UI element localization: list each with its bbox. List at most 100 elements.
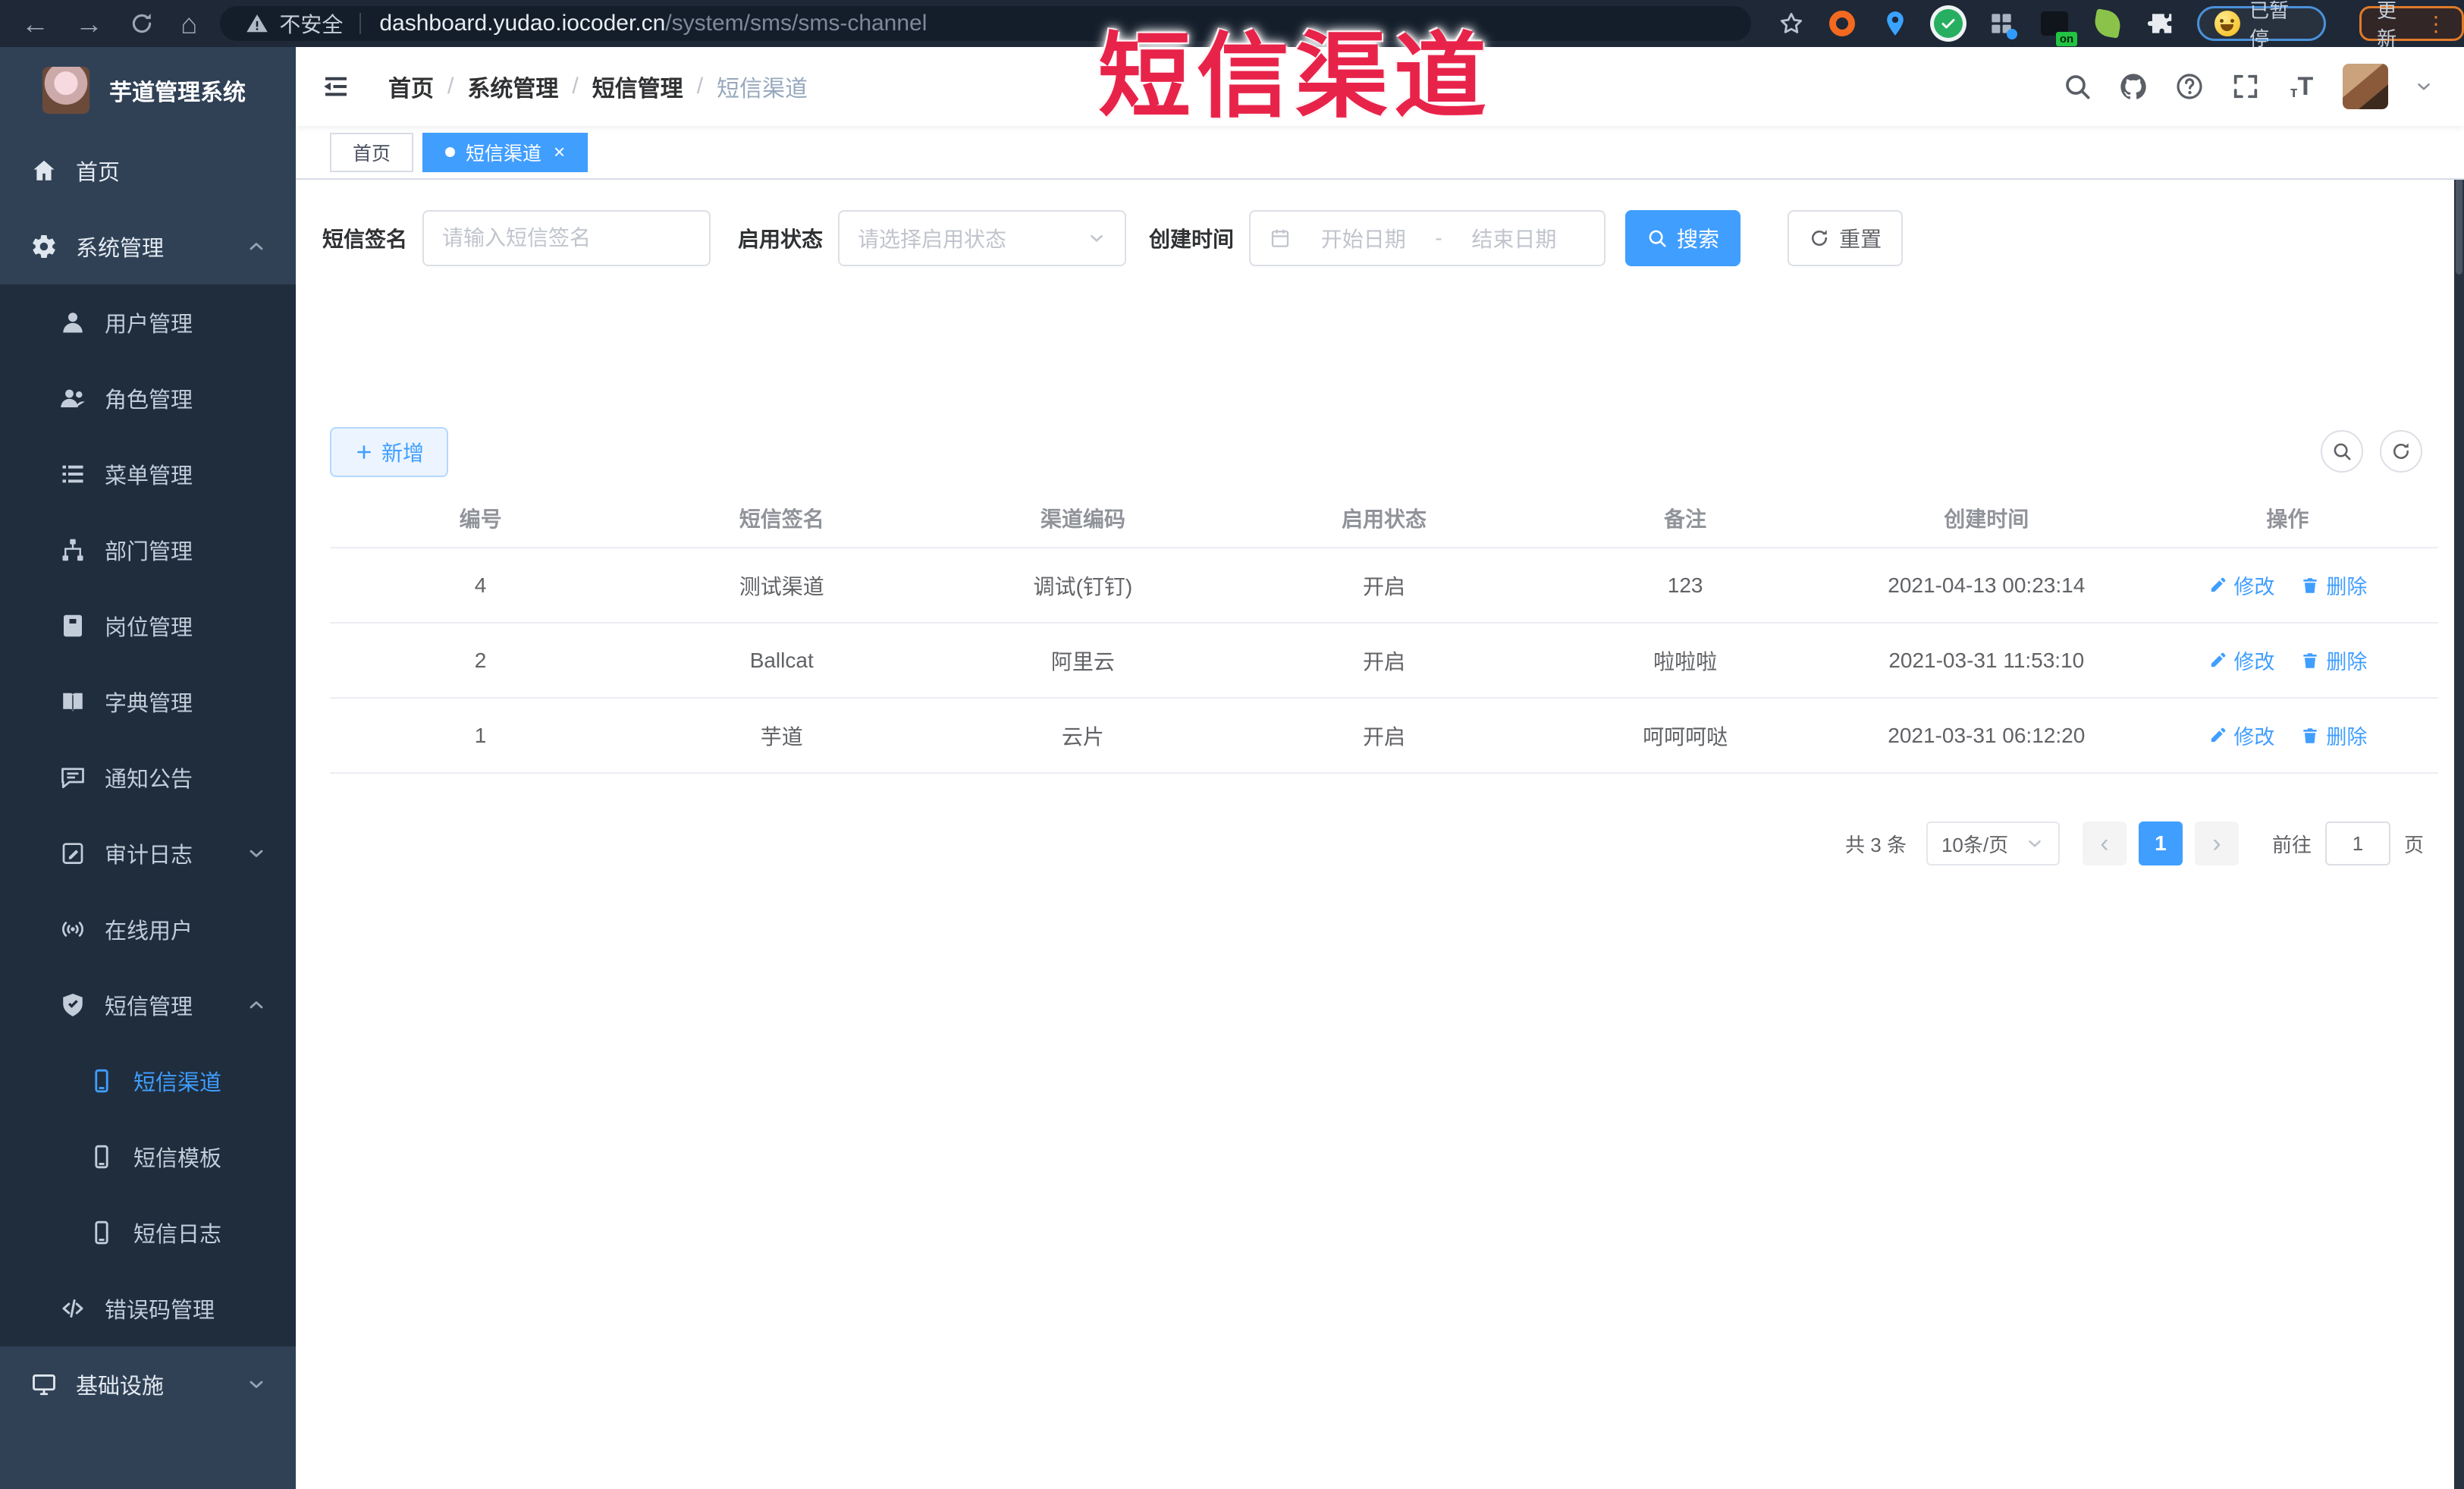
- system-submenu: 用户管理 角色管理 菜单管理 部门管理 岗位管理 字典管理 通知公告 审计日志 …: [0, 284, 296, 1346]
- search-icon: [2331, 441, 2353, 462]
- extension-pin-icon[interactable]: [1879, 7, 1912, 40]
- edit-link[interactable]: 修改: [2208, 570, 2274, 600]
- goto-page-input[interactable]: [2324, 821, 2390, 865]
- sidebar-item-sms-template[interactable]: 短信模板: [0, 1119, 296, 1195]
- sidebar-item-role-management[interactable]: 角色管理: [0, 360, 296, 436]
- search-button[interactable]: 搜索: [1625, 210, 1741, 266]
- extension-on-icon[interactable]: on: [2038, 7, 2078, 46]
- avatar[interactable]: [2343, 64, 2388, 109]
- url-bar[interactable]: 不安全 dashboard.yudao.iocoder.cn/system/sm…: [220, 6, 1752, 41]
- extension-check-icon[interactable]: [1932, 7, 1965, 40]
- breadcrumb-sms[interactable]: 短信管理: [592, 70, 683, 103]
- pagination: 共 3 条 10条/页 ‹ 1 › 前往 页: [1845, 821, 2424, 865]
- reload-icon[interactable]: [129, 11, 155, 36]
- main-area: 首页 / 系统管理 / 短信管理 / 短信渠道 тT 首页 短信渠道 × 短信签…: [296, 47, 2464, 1489]
- start-date-placeholder[interactable]: 开始日期: [1292, 223, 1435, 253]
- breadcrumb-home[interactable]: 首页: [388, 70, 434, 103]
- back-icon[interactable]: ←: [21, 10, 49, 38]
- close-icon[interactable]: ×: [554, 140, 565, 164]
- extensions-icon[interactable]: [2144, 7, 2177, 40]
- fullscreen-icon[interactable]: [2230, 71, 2261, 102]
- page-1-button[interactable]: 1: [2138, 821, 2183, 865]
- refresh-table-button[interactable]: [2380, 430, 2422, 473]
- chevron-up-icon: [246, 236, 267, 257]
- sidebar-item-sms-management[interactable]: 短信管理: [0, 967, 296, 1043]
- phone-icon: [88, 1219, 115, 1246]
- tab-sms-channel[interactable]: 短信渠道 ×: [422, 132, 589, 172]
- date-range-picker[interactable]: 开始日期 - 结束日期: [1249, 210, 1606, 266]
- help-icon[interactable]: [2174, 71, 2205, 102]
- font-size-icon[interactable]: тT: [2287, 71, 2317, 102]
- sidebar-item-system-management[interactable]: 系统管理: [0, 209, 296, 284]
- browser-menu-icon[interactable]: ⋮: [2425, 11, 2447, 36]
- delete-icon: [2300, 576, 2320, 595]
- calendar-icon: [1269, 227, 1292, 250]
- sidebar-item-post-management[interactable]: 岗位管理: [0, 588, 296, 664]
- status-label: 启用状态: [738, 228, 824, 251]
- sidebar-item-menu-management[interactable]: 菜单管理: [0, 436, 296, 512]
- extension-sprout-icon[interactable]: [2091, 7, 2124, 40]
- update-button[interactable]: 更新 ⋮: [2359, 0, 2464, 50]
- sidebar-item-sms-log[interactable]: 短信日志: [0, 1195, 296, 1271]
- edit-link[interactable]: 修改: [2208, 646, 2274, 675]
- search-icon[interactable]: [2062, 71, 2092, 102]
- sign-input-wrap: [422, 210, 711, 266]
- sidebar-item-notice[interactable]: 通知公告: [0, 740, 296, 815]
- forward-icon[interactable]: →: [75, 10, 103, 38]
- sidebar-item-user-management[interactable]: 用户管理: [0, 284, 296, 360]
- delete-icon: [2300, 651, 2320, 671]
- announcement-icon: [59, 764, 86, 791]
- add-button[interactable]: 新增: [330, 427, 449, 477]
- sidebar-item-dept-management[interactable]: 部门管理: [0, 512, 296, 588]
- status-select[interactable]: 请选择启用状态: [838, 210, 1127, 266]
- overlay-annotation-title: 短信渠道: [1098, 25, 1493, 128]
- prev-page-button[interactable]: ‹: [2082, 821, 2127, 865]
- sidebar-item-infrastructure[interactable]: 基础设施: [0, 1346, 296, 1422]
- sidebar-item-audit-log[interactable]: 审计日志: [0, 815, 296, 891]
- delete-link[interactable]: 删除: [2300, 570, 2367, 600]
- search-form: 短信签名 启用状态 请选择启用状态 创建时间 开始日期 - 结束日期: [322, 210, 1904, 266]
- edit-link[interactable]: 修改: [2208, 721, 2274, 750]
- plus-icon: [354, 442, 374, 462]
- toggle-search-button[interactable]: [2321, 430, 2363, 473]
- reset-button[interactable]: 重置: [1788, 210, 1904, 266]
- delete-link[interactable]: 删除: [2300, 721, 2367, 750]
- chevron-up-icon: [246, 994, 267, 1016]
- page-size-select[interactable]: 10条/页: [1926, 821, 2060, 865]
- sidebar-item-dict-management[interactable]: 字典管理: [0, 664, 296, 740]
- warning-icon: [246, 12, 268, 35]
- extension-grid-icon[interactable]: [1985, 7, 2018, 40]
- sidebar-item-sms-channel[interactable]: 短信渠道: [0, 1043, 296, 1119]
- extension-orange-icon[interactable]: [1825, 7, 1859, 40]
- github-icon[interactable]: [2118, 71, 2149, 102]
- sidebar-item-home[interactable]: 首页: [0, 133, 296, 209]
- sidebar-item-error-code[interactable]: 错误码管理: [0, 1271, 296, 1346]
- page-content: 短信签名 启用状态 请选择启用状态 创建时间 开始日期 - 结束日期: [296, 180, 2454, 1489]
- sidebar: 芋道管理系统 首页 系统管理 用户管理 角色管理 菜单管理 部门管理 岗位管理 …: [0, 47, 296, 1489]
- tab-home[interactable]: 首页: [330, 132, 414, 172]
- page-unit-label: 页: [2403, 833, 2424, 856]
- sidebar-item-online-users[interactable]: 在线用户: [0, 891, 296, 967]
- end-date-placeholder[interactable]: 结束日期: [1442, 223, 1586, 253]
- delete-link[interactable]: 删除: [2300, 646, 2367, 675]
- bookmark-star-icon[interactable]: [1777, 9, 1806, 38]
- sign-input[interactable]: [442, 226, 692, 250]
- profile-paused-pill[interactable]: 已暂停: [2197, 0, 2327, 50]
- breadcrumb-system[interactable]: 系统管理: [467, 70, 558, 103]
- app-logo: [42, 66, 89, 114]
- home-icon: [30, 157, 58, 184]
- phone-icon: [88, 1143, 115, 1170]
- app-title: 芋道管理系统: [109, 80, 246, 105]
- paused-badge: 已暂停: [2249, 0, 2290, 50]
- caret-down-icon[interactable]: [2414, 77, 2434, 96]
- app-logo-row[interactable]: 芋道管理系统: [0, 47, 296, 133]
- home-nav-icon[interactable]: ⌂: [180, 10, 197, 38]
- book-icon: [59, 688, 86, 715]
- online-icon: [59, 916, 86, 943]
- next-page-button[interactable]: ›: [2194, 821, 2239, 865]
- sign-label: 短信签名: [322, 228, 408, 251]
- table-row: 1 芋道 云片 开启 呵呵呵哒 2021-03-31 06:12:20 修改 删…: [330, 699, 2438, 774]
- active-dot: [445, 147, 456, 157]
- scrollbar[interactable]: [2454, 47, 2464, 1489]
- sidebar-fold-icon[interactable]: [320, 71, 352, 102]
